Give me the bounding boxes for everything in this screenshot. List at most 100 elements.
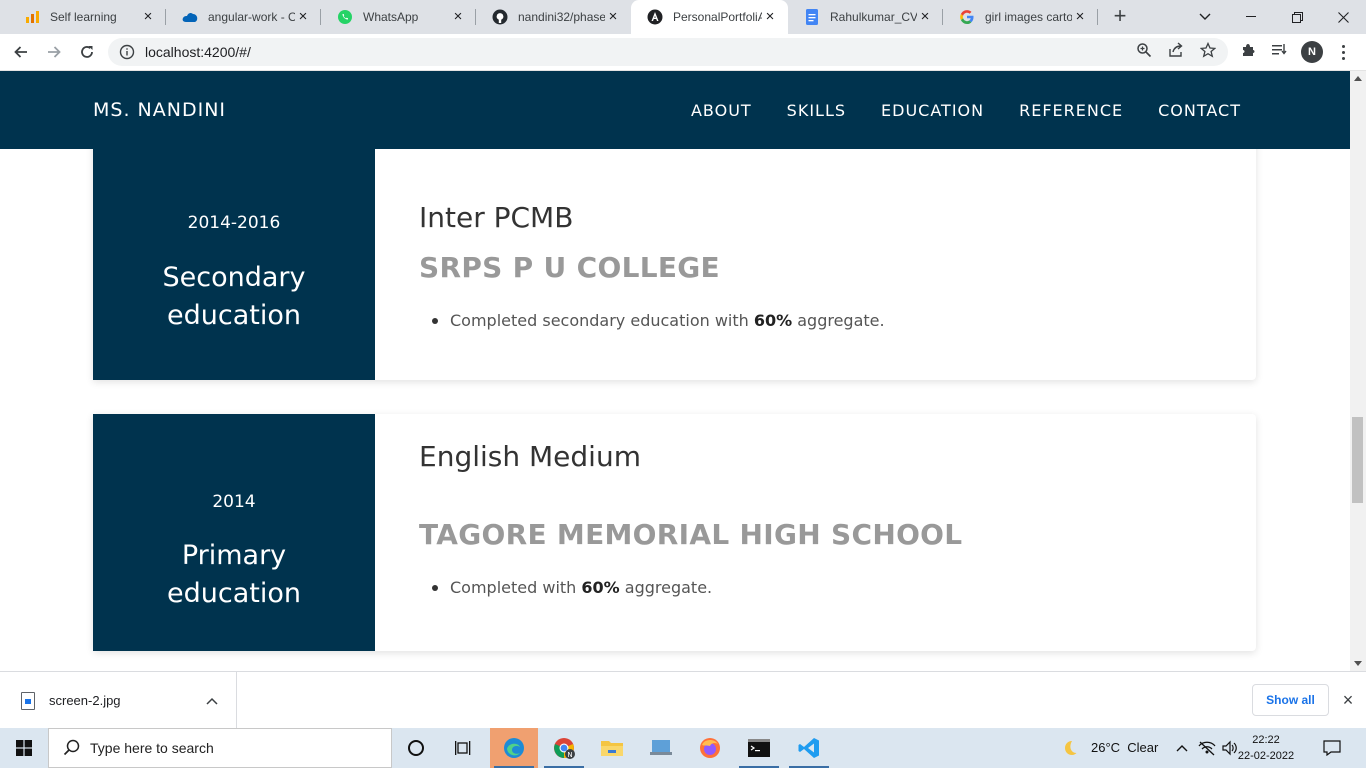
- svg-text:N: N: [567, 751, 572, 759]
- restore-button[interactable]: [1274, 0, 1320, 34]
- notifications-icon[interactable]: [1310, 728, 1354, 768]
- arrow-left-icon: [14, 46, 27, 58]
- github-icon: [492, 9, 508, 25]
- site-brand[interactable]: MS. NANDINI: [93, 99, 226, 121]
- education-point: Completed secondary education with 60% a…: [432, 311, 885, 330]
- zoom-icon[interactable]: [1134, 40, 1154, 60]
- education-degree: Inter PCMB: [419, 201, 574, 234]
- minimize-button[interactable]: [1228, 0, 1274, 34]
- browser-menu-icon[interactable]: [1333, 40, 1353, 64]
- tab-personal-portfolio[interactable]: PersonalPortfoliA ×: [631, 0, 788, 34]
- reading-list-icon[interactable]: [1269, 40, 1289, 60]
- education-type-line2: education: [167, 300, 301, 331]
- taskbar-clock[interactable]: 22:22 22-02-2022: [1236, 732, 1296, 764]
- reload-button[interactable]: [73, 38, 101, 66]
- tab-search-chevron-icon[interactable]: [1182, 0, 1228, 34]
- education-type-line2: education: [167, 578, 301, 609]
- tab-strip: Self learning × angular-work - O × Whats…: [0, 0, 1366, 34]
- close-tab-icon[interactable]: ×: [140, 9, 156, 25]
- scroll-down-arrow-icon[interactable]: [1354, 661, 1362, 666]
- education-card-left-panel: 2014-2016 Secondary education: [93, 121, 375, 380]
- command-prompt-icon[interactable]: [735, 728, 783, 768]
- chevron-up-icon[interactable]: [202, 691, 222, 711]
- close-tab-icon[interactable]: ×: [295, 9, 311, 25]
- reload-icon: [81, 46, 93, 58]
- forward-button[interactable]: [40, 38, 68, 66]
- nav-links: ABOUT SKILLS EDUCATION REFERENCE CONTACT: [691, 101, 1241, 120]
- onedrive-icon: [182, 9, 198, 25]
- edge-browser-icon[interactable]: [490, 728, 538, 768]
- close-tab-icon[interactable]: ×: [762, 9, 778, 25]
- close-window-button[interactable]: [1320, 0, 1366, 34]
- whatsapp-icon: [337, 9, 353, 25]
- close-download-bar-icon[interactable]: ×: [1338, 690, 1358, 710]
- google-docs-icon: [804, 9, 820, 25]
- windows-logo-icon: [16, 740, 32, 756]
- education-type-line1: Secondary: [162, 262, 306, 293]
- search-icon: [63, 739, 80, 756]
- clock-date: 22-02-2022: [1237, 750, 1295, 762]
- close-tab-icon[interactable]: ×: [1072, 9, 1088, 25]
- bullet-icon: [432, 584, 438, 591]
- task-view-icon[interactable]: [440, 728, 488, 768]
- angular-icon: [647, 9, 663, 25]
- close-tab-icon[interactable]: ×: [450, 9, 466, 25]
- nav-education[interactable]: EDUCATION: [881, 101, 984, 120]
- url-text[interactable]: localhost:4200/#/: [145, 44, 251, 60]
- file-explorer-icon[interactable]: [588, 728, 636, 768]
- nav-about[interactable]: ABOUT: [691, 101, 752, 120]
- education-year: 2014: [212, 492, 256, 512]
- download-item[interactable]: screen-2.jpg: [0, 672, 237, 729]
- profile-avatar[interactable]: N: [1301, 41, 1323, 63]
- education-degree: English Medium: [419, 440, 641, 473]
- taskbar-search[interactable]: Type here to search: [48, 728, 392, 768]
- close-tab-icon[interactable]: ×: [605, 9, 621, 25]
- weather-text[interactable]: 26°C Clear: [1091, 740, 1158, 755]
- tab-girl-images[interactable]: girl images carto ×: [943, 0, 1098, 34]
- bookmark-star-icon[interactable]: [1198, 40, 1218, 60]
- tray-chevron-up-icon[interactable]: [1170, 728, 1194, 768]
- show-all-button[interactable]: Show all: [1252, 684, 1329, 716]
- arrow-right-icon: [48, 46, 61, 58]
- bullet-icon: [432, 317, 438, 324]
- extensions-icon[interactable]: [1238, 40, 1258, 60]
- site-navbar: MS. NANDINI ABOUT SKILLS EDUCATION REFER…: [0, 71, 1350, 149]
- back-button[interactable]: [7, 38, 35, 66]
- download-bar: screen-2.jpg Show all ×: [0, 671, 1366, 729]
- education-point: Completed with 60% aggregate.: [432, 578, 712, 597]
- new-tab-button[interactable]: +: [1108, 5, 1132, 29]
- tab-angular-work[interactable]: angular-work - O ×: [166, 0, 321, 34]
- chrome-icon[interactable]: N: [540, 728, 588, 768]
- cortana-icon[interactable]: [392, 728, 440, 768]
- clock-time: 22:22: [1252, 734, 1280, 746]
- close-tab-icon[interactable]: ×: [917, 9, 933, 25]
- share-icon[interactable]: [1166, 40, 1186, 60]
- search-placeholder: Type here to search: [90, 740, 214, 756]
- education-school: TAGORE MEMORIAL HIGH SCHOOL: [419, 518, 963, 551]
- nav-contact[interactable]: CONTACT: [1158, 101, 1241, 120]
- education-card-left-panel: 2014 Primary education: [93, 414, 375, 651]
- nav-skills[interactable]: SKILLS: [787, 101, 846, 120]
- weather-moon-icon[interactable]: [1048, 728, 1092, 768]
- education-card-secondary: 2014-2016 Secondary education Inter PCMB…: [93, 121, 1256, 380]
- tab-whatsapp[interactable]: WhatsApp ×: [321, 0, 476, 34]
- vscode-icon[interactable]: [785, 728, 833, 768]
- info-icon[interactable]: [119, 44, 135, 60]
- tab-rahulkumar-cv[interactable]: Rahulkumar_CV.d ×: [788, 0, 943, 34]
- address-bar[interactable]: localhost:4200/#/: [108, 38, 1228, 66]
- tab-github[interactable]: nandini32/phase ×: [476, 0, 631, 34]
- start-button[interactable]: [0, 728, 48, 768]
- image-file-icon: [21, 691, 35, 710]
- tab-self-learning[interactable]: Self learning ×: [8, 0, 166, 34]
- nav-reference[interactable]: REFERENCE: [1019, 101, 1123, 120]
- scrollbar-thumb[interactable]: [1352, 417, 1363, 503]
- scroll-up-arrow-icon[interactable]: [1354, 76, 1362, 81]
- this-pc-icon[interactable]: [637, 728, 685, 768]
- page-scrollbar[interactable]: [1350, 71, 1366, 671]
- firefox-icon[interactable]: [686, 728, 734, 768]
- network-icon[interactable]: [1195, 728, 1219, 768]
- download-filename[interactable]: screen-2.jpg: [49, 693, 202, 708]
- education-year: 2014-2016: [187, 213, 281, 233]
- browser-toolbar: localhost:4200/#/: [0, 34, 1366, 71]
- education-card-primary: 2014 Primary education English Medium TA…: [93, 414, 1256, 651]
